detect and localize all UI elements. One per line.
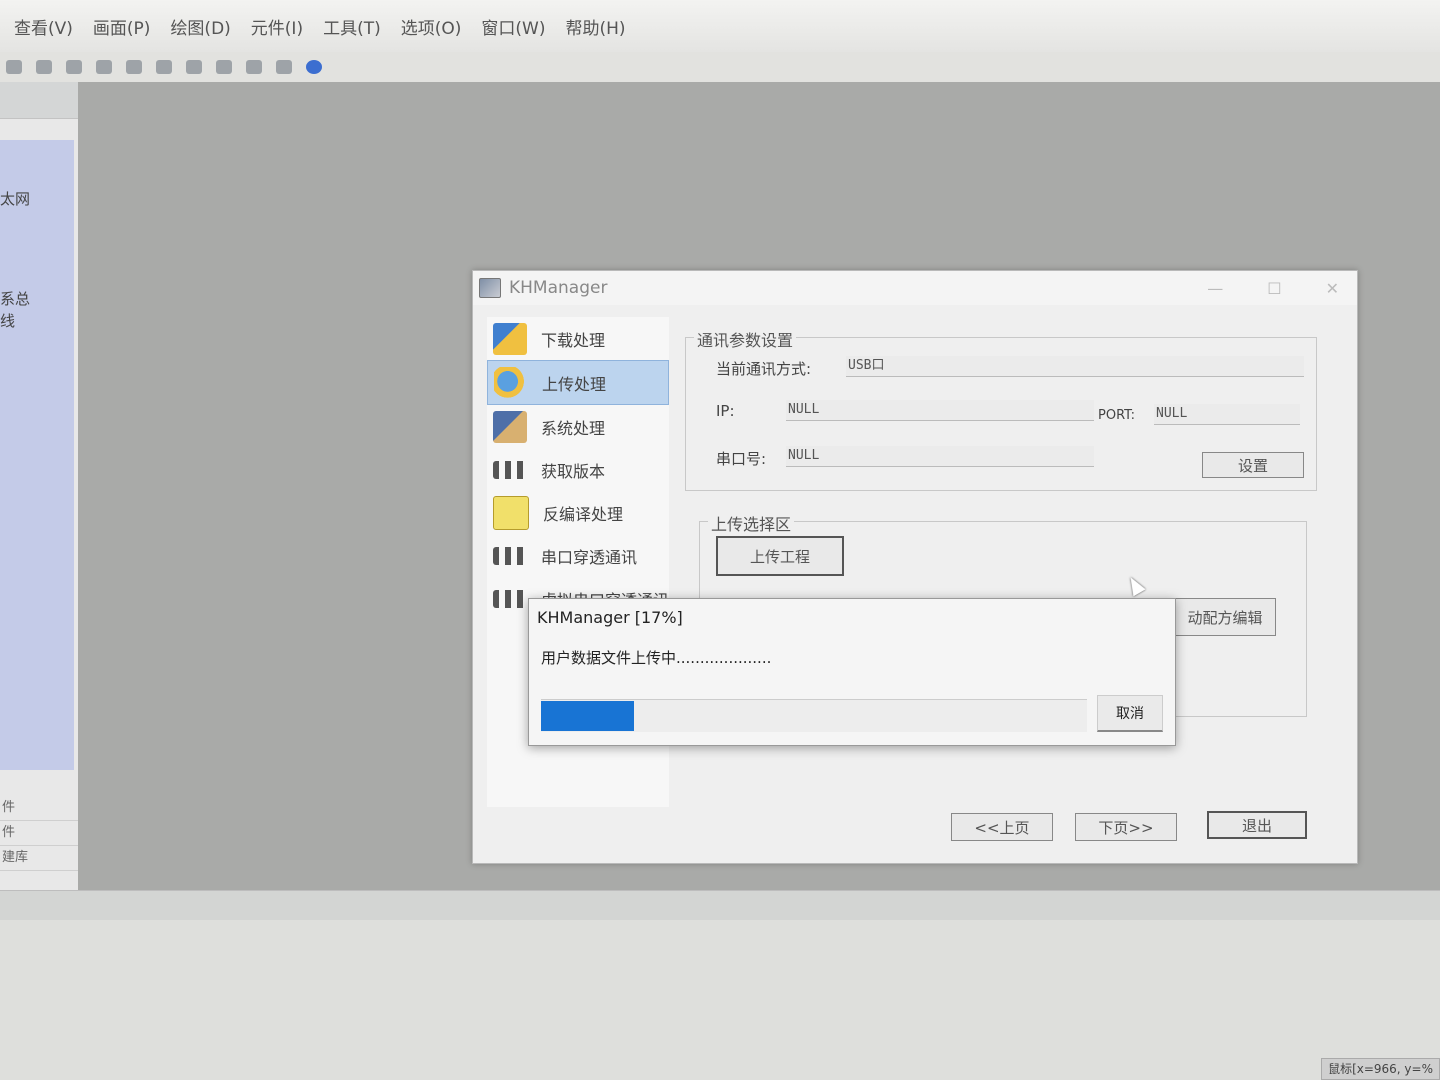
dialog-title: KHManager (509, 278, 608, 298)
nav-system[interactable]: 系统处理 (487, 405, 669, 448)
comm-mode-label: 当前通讯方式: (716, 360, 812, 378)
settings-button[interactable]: 设置 (1202, 452, 1304, 478)
nav-version[interactable]: 获取版本 (487, 448, 669, 491)
version-icon (493, 460, 527, 479)
nav-upload[interactable]: 上传处理 (487, 360, 669, 405)
minimize-icon[interactable]: — (1207, 279, 1223, 298)
print-icon[interactable] (6, 60, 22, 74)
nav-download[interactable]: 下载处理 (487, 317, 669, 360)
close-icon[interactable]: ✕ (1326, 279, 1339, 298)
khmanager-dialog: KHManager — ☐ ✕ 下载处理 上传处理 系统处理 获取版本 反编译处… (472, 270, 1358, 864)
menu-view[interactable]: 查看(V) (14, 14, 73, 39)
nav-label: 反编译处理 (543, 504, 624, 524)
prev-page-button[interactable]: <<上页 (951, 813, 1053, 841)
system-icon (493, 410, 527, 443)
port-field[interactable]: NULL (1154, 404, 1300, 425)
dialog-titlebar[interactable]: KHManager — ☐ ✕ (473, 271, 1357, 305)
screen-icon[interactable] (246, 60, 262, 74)
menu-window[interactable]: 窗口(W) (481, 14, 545, 39)
ip-field[interactable]: NULL (786, 400, 1094, 421)
upload-icon (494, 366, 528, 399)
nav-label: 串口穿透通讯 (541, 547, 638, 567)
window-controls: — ☐ ✕ (1207, 279, 1339, 298)
tree-item-line[interactable]: 线 (0, 310, 15, 331)
copy-icon[interactable] (36, 60, 52, 74)
exit-button[interactable]: 退出 (1207, 811, 1307, 839)
nav-label: 下载处理 (541, 330, 606, 350)
menu-screen[interactable]: 画面(P) (93, 14, 151, 39)
project-tree[interactable]: 太网 系总 线 (0, 140, 74, 770)
output-area: 鼠标[x=966, y=% (0, 920, 1440, 1080)
nav-label: 上传处理 (542, 374, 607, 394)
help-icon[interactable] (306, 60, 322, 74)
ip-label: IP: (716, 402, 735, 420)
menu-options[interactable]: 选项(O) (401, 14, 462, 39)
tree-item-ethernet[interactable]: 太网 (0, 188, 30, 209)
download-icon (493, 322, 527, 355)
comm-params-title: 通讯参数设置 (694, 327, 797, 351)
menu-help[interactable]: 帮助(H) (565, 14, 625, 39)
upload-progress-dialog: KHManager [17%] 用户数据文件上传中...............… (528, 598, 1176, 746)
nav-serial[interactable]: 串口穿透通讯 (487, 534, 669, 577)
khmanager-app-icon (479, 278, 501, 298)
menu-draw[interactable]: 绘图(D) (170, 14, 230, 39)
upload-select-title: 上传选择区 (708, 511, 795, 535)
redo-icon[interactable] (126, 60, 142, 74)
comm-mode-field[interactable]: USB口 (846, 356, 1304, 377)
app-toolbar (0, 52, 1440, 82)
progress-dialog-title: KHManager [17%] (537, 608, 683, 627)
progress-message: 用户数据文件上传中.................... (541, 649, 772, 667)
recipe-edit-button[interactable]: 动配方编辑 (1174, 598, 1276, 636)
comm-params-group: 通讯参数设置 当前通讯方式: USB口 IP: NULL PORT: NULL … (685, 327, 1317, 491)
export-icon[interactable] (186, 60, 202, 74)
progress-bar (541, 699, 1087, 732)
undo-icon[interactable] (96, 60, 112, 74)
menu-component[interactable]: 元件(I) (251, 14, 303, 39)
tree-item-bus[interactable]: 系总 (0, 288, 30, 309)
coordinate-readout: 鼠标[x=966, y=% (1321, 1058, 1440, 1080)
maximize-icon[interactable]: ☐ (1267, 279, 1281, 298)
next-page-button[interactable]: 下页>> (1075, 813, 1177, 841)
progress-bar-fill (541, 701, 634, 731)
decompile-icon (493, 495, 529, 530)
status-bar (0, 890, 1440, 921)
cancel-button[interactable]: 取消 (1097, 695, 1163, 732)
virtual-serial-icon (493, 589, 527, 608)
serial-icon (493, 546, 527, 565)
menu-tools[interactable]: 工具(T) (323, 14, 381, 39)
find-icon[interactable] (156, 60, 172, 74)
serial-port-label: 串口号: (716, 450, 767, 468)
nav-label: 系统处理 (541, 418, 606, 438)
nav-decompile[interactable]: 反编译处理 (487, 491, 669, 534)
port-label: PORT: (1098, 408, 1136, 423)
serial-port-field[interactable]: NULL (786, 446, 1094, 467)
window-icon[interactable] (276, 60, 292, 74)
nav-label: 获取版本 (541, 461, 606, 481)
app-menubar: 查看(V) 画面(P) 绘图(D) 元件(I) 工具(T) 选项(O) 窗口(W… (0, 0, 1440, 52)
import-icon[interactable] (216, 60, 232, 74)
stop-icon[interactable] (66, 60, 82, 74)
upload-project-button[interactable]: 上传工程 (716, 536, 844, 576)
